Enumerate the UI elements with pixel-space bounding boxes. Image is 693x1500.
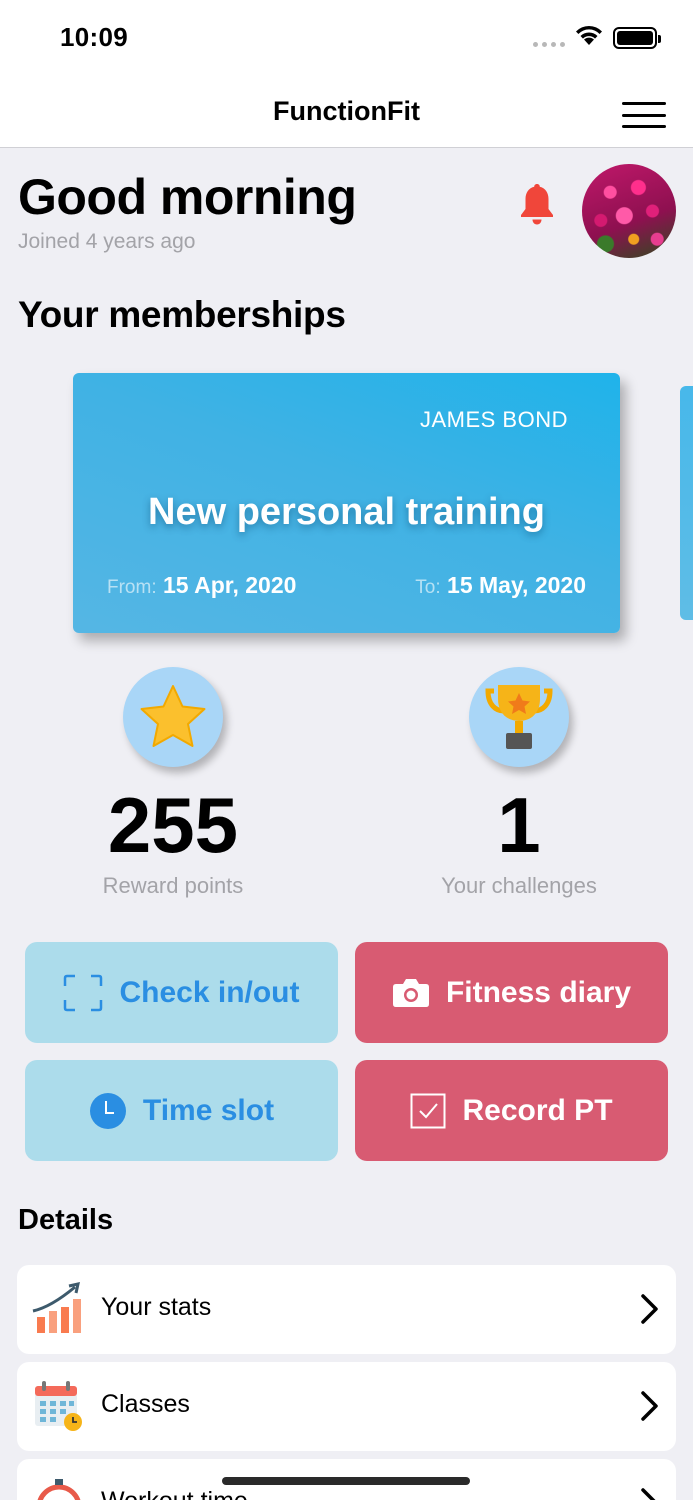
- navigation-bar: FunctionFit: [0, 76, 693, 148]
- check-in-out-label: Check in/out: [119, 975, 300, 1009]
- app-title: FunctionFit: [273, 96, 420, 126]
- trophy-icon: [485, 685, 553, 749]
- reward-points-label: Reward points: [102, 873, 244, 898]
- time-slot-label: Time slot: [142, 1093, 275, 1127]
- memberships-heading: Your memberships: [18, 294, 346, 335]
- wifi-icon: [576, 25, 602, 45]
- detail-label-your-stats: Your stats: [101, 1293, 212, 1321]
- reward-points-badge[interactable]: [123, 667, 223, 767]
- camera-icon: [392, 978, 429, 1007]
- detail-label-workout-time: Workout time: [101, 1487, 248, 1500]
- avatar[interactable]: [582, 164, 676, 258]
- next-membership-card-peek[interactable]: [680, 386, 693, 620]
- time-slot-button[interactable]: Time slot: [25, 1060, 338, 1161]
- record-pt-button[interactable]: Record PT: [355, 1060, 668, 1161]
- card-to-date: 15 May, 2020: [447, 572, 586, 598]
- record-pt-label: Record PT: [462, 1093, 613, 1127]
- fitness-diary-label: Fitness diary: [445, 975, 632, 1009]
- status-time: 10:09: [60, 22, 128, 52]
- card-start-date: From: 15 Apr, 2020: [107, 572, 296, 599]
- checkbox-icon: [410, 1093, 446, 1128]
- details-heading: Details: [18, 1204, 114, 1236]
- card-from-label: From:: [107, 577, 157, 598]
- detail-row-your-stats[interactable]: Your stats: [17, 1265, 676, 1354]
- greeting-heading: Good morning: [18, 169, 357, 225]
- card-to-label: To:: [415, 577, 441, 598]
- home-indicator[interactable]: [222, 1477, 470, 1485]
- status-bar: 10:09: [0, 0, 693, 76]
- stopwatch-icon: [37, 1479, 81, 1500]
- chart-growth-icon: [32, 1282, 81, 1333]
- joined-text: Joined 4 years ago: [18, 230, 196, 253]
- detail-label-classes: Classes: [101, 1390, 190, 1418]
- battery-icon: [613, 27, 661, 49]
- check-in-out-button[interactable]: Check in/out: [25, 942, 338, 1043]
- card-from-date: 15 Apr, 2020: [163, 572, 297, 598]
- challenges-value: 1: [497, 781, 541, 869]
- detail-row-classes[interactable]: Classes: [17, 1362, 676, 1451]
- clock-icon: [89, 1092, 126, 1129]
- challenges-label: Your challenges: [441, 873, 597, 898]
- hamburger-menu-icon[interactable]: [622, 102, 666, 128]
- card-title: New personal training: [148, 491, 545, 533]
- challenges-badge[interactable]: [469, 667, 569, 767]
- membership-card[interactable]: JAMES BOND New personal training From: 1…: [73, 373, 620, 633]
- reward-points-value: 255: [107, 781, 239, 869]
- calendar-icon: [35, 1381, 82, 1431]
- scan-frame-icon: [64, 974, 103, 1011]
- chevron-right-icon: [641, 1391, 658, 1421]
- star-icon: [140, 685, 206, 747]
- fitness-diary-button[interactable]: Fitness diary: [355, 942, 668, 1043]
- chevron-right-icon: [641, 1294, 658, 1324]
- cellular-signal-icon: [533, 42, 565, 47]
- bell-icon[interactable]: [518, 182, 556, 226]
- chevron-right-icon: [641, 1488, 656, 1500]
- card-holder-name: JAMES BOND: [419, 407, 568, 432]
- card-end-date: To: 15 May, 2020: [415, 572, 586, 599]
